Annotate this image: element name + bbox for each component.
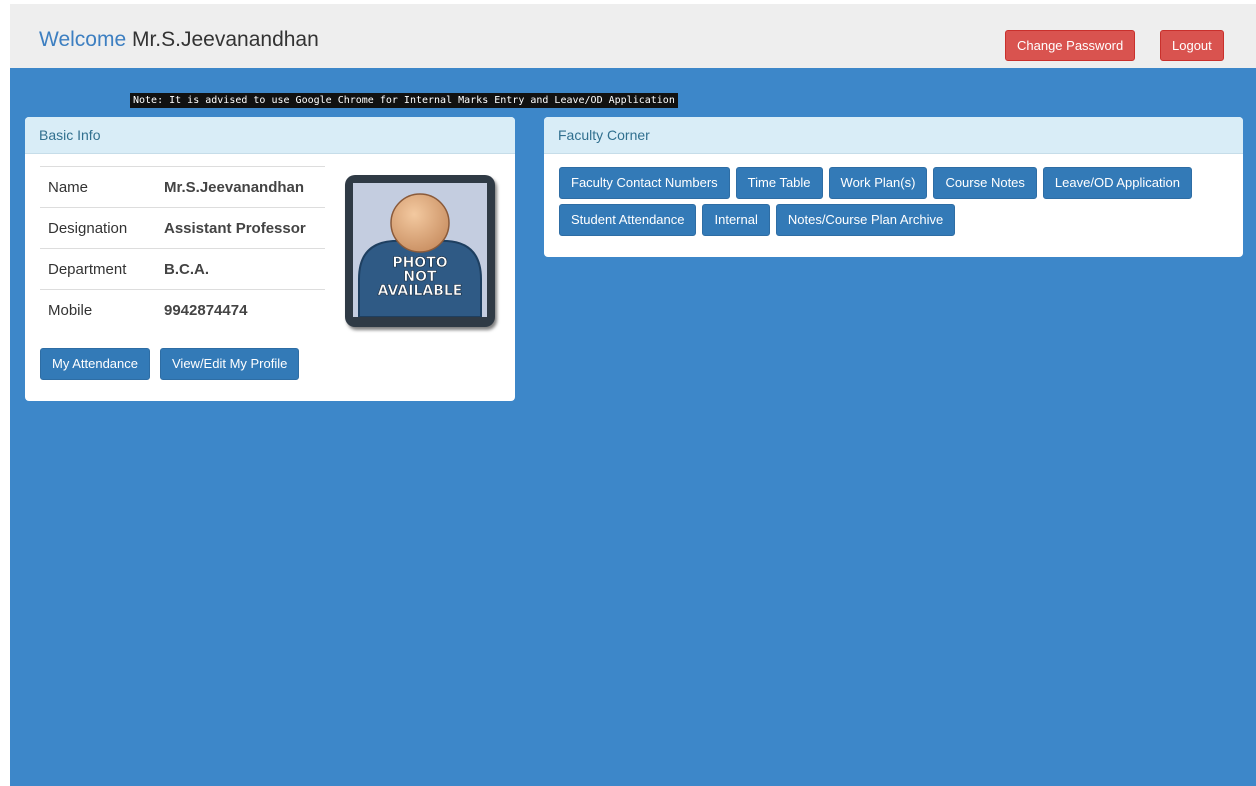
logout-button[interactable]: Logout bbox=[1160, 30, 1224, 61]
notes-course-plan-archive-button[interactable]: Notes/Course Plan Archive bbox=[775, 204, 956, 236]
name-label: Name bbox=[48, 178, 89, 196]
mobile-value: 9942874474 bbox=[164, 301, 248, 319]
designation-value: Assistant Professor bbox=[164, 219, 306, 237]
edit-profile-button[interactable]: View/Edit My Profile bbox=[160, 348, 300, 380]
mobile-label: Mobile bbox=[48, 301, 93, 319]
table-row: Designation Assistant Professor bbox=[40, 207, 325, 249]
faculty-links-row1: Faculty Contact Numbers Time Table Work … bbox=[559, 167, 1192, 199]
change-password-button[interactable]: Change Password bbox=[1005, 30, 1136, 61]
leave-od-application-button[interactable]: Leave/OD Application bbox=[1042, 167, 1192, 199]
page-frame: Welcome Mr.S.Jeevanandhan Change Passwor… bbox=[10, 4, 1256, 786]
student-attendance-button[interactable]: Student Attendance bbox=[559, 204, 697, 236]
faculty-corner-panel: Faculty Corner Faculty Contact Numbers T… bbox=[544, 117, 1243, 257]
my-attendance-button[interactable]: My Attendance bbox=[40, 348, 150, 380]
work-plans-button[interactable]: Work Plan(s) bbox=[828, 167, 928, 199]
avatar-placeholder-icon: PHOTO NOT AVAILABLE bbox=[353, 183, 487, 318]
department-value: B.C.A. bbox=[164, 260, 209, 278]
profile-photo-placeholder: PHOTO NOT AVAILABLE bbox=[345, 175, 495, 327]
table-row: Name Mr.S.Jeevanandhan bbox=[40, 166, 325, 208]
department-label: Department bbox=[48, 260, 127, 278]
designation-label: Designation bbox=[48, 219, 128, 237]
table-row: Mobile 9942874474 bbox=[40, 289, 325, 331]
browser-note: Note: It is advised to use Google Chrome… bbox=[130, 93, 678, 108]
basic-info-table: Name Mr.S.Jeevanandhan Designation Assis… bbox=[40, 166, 325, 331]
basic-info-actions: My Attendance View/Edit My Profile bbox=[40, 348, 300, 380]
photo-text-line3: AVAILABLE bbox=[378, 283, 463, 299]
top-navbar: Welcome Mr.S.Jeevanandhan Change Passwor… bbox=[10, 4, 1256, 68]
course-notes-button[interactable]: Course Notes bbox=[933, 167, 1037, 199]
basic-info-panel: Basic Info Name Mr.S.Jeevanandhan Design… bbox=[25, 117, 515, 401]
faculty-corner-title: Faculty Corner bbox=[544, 117, 1243, 154]
basic-info-title: Basic Info bbox=[25, 117, 515, 154]
welcome-heading: Welcome Mr.S.Jeevanandhan bbox=[39, 28, 319, 52]
name-value: Mr.S.Jeevanandhan bbox=[164, 178, 305, 196]
faculty-contact-numbers-button[interactable]: Faculty Contact Numbers bbox=[559, 167, 730, 199]
table-row: Department B.C.A. bbox=[40, 248, 325, 290]
faculty-links-row2: Student Attendance Internal Notes/Course… bbox=[559, 204, 956, 236]
welcome-word: Welcome bbox=[39, 28, 127, 51]
time-table-button[interactable]: Time Table bbox=[735, 167, 823, 199]
user-name: Mr.S.Jeevanandhan bbox=[131, 28, 319, 51]
internal-button[interactable]: Internal bbox=[702, 204, 770, 236]
